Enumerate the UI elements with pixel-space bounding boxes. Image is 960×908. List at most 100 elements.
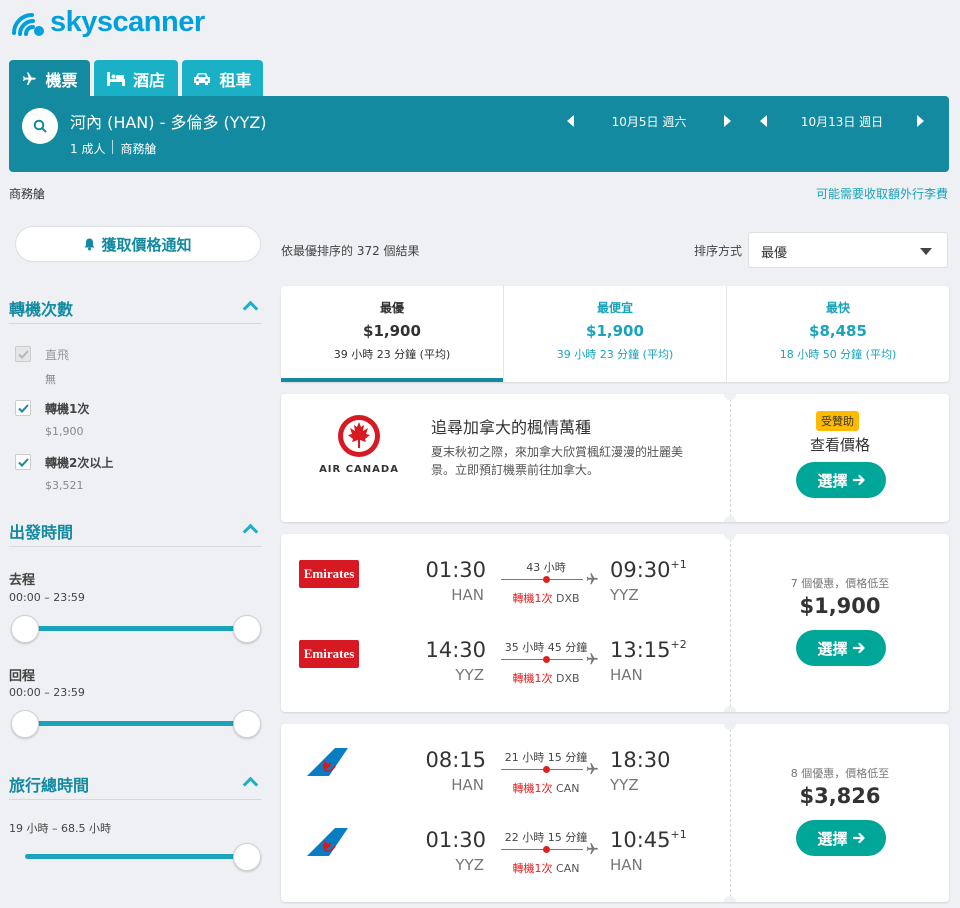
active-tab-indicator xyxy=(281,378,503,382)
checkbox-direct[interactable] xyxy=(15,346,31,362)
return-date[interactable]: 10月13日 週日 xyxy=(767,113,917,130)
stops-option-two-plus[interactable]: 轉機2次以上 $3,521 xyxy=(15,454,113,492)
arrival-airport: HAN xyxy=(610,666,643,684)
next-depart-date-button[interactable] xyxy=(724,115,731,127)
chevron-up-icon[interactable] xyxy=(242,776,259,793)
select-button[interactable]: 選擇 xyxy=(796,630,886,666)
stops-filter-header[interactable]: 轉機次數 xyxy=(9,296,262,324)
stop-dot xyxy=(543,656,550,663)
tab-label: 租車 xyxy=(219,70,252,90)
checkbox-one-stop[interactable] xyxy=(15,400,31,416)
plane-icon xyxy=(586,843,598,855)
airline-logo-emirates: Emirates xyxy=(299,560,359,588)
chevron-up-icon[interactable] xyxy=(242,300,259,317)
journey-duration-filter-header[interactable]: 旅行總時間 xyxy=(9,772,262,800)
flight-result-card[interactable]: Emirates 01:30 HAN 43 小時 轉機1次 DXB 09:30+… xyxy=(281,534,949,712)
select-button[interactable]: 選擇 xyxy=(796,820,886,856)
stops-option-direct[interactable]: 直飛 無 xyxy=(15,346,69,387)
stops-option-label: 轉機1次 xyxy=(45,402,90,416)
prev-return-date-button[interactable] xyxy=(760,115,767,127)
tab-car-hire[interactable]: 租車 xyxy=(182,60,263,97)
prev-depart-date-button[interactable] xyxy=(567,115,574,127)
brand-name: skyscanner xyxy=(50,6,205,38)
return-slider-track[interactable] xyxy=(25,721,247,726)
departure-time: 01:30 xyxy=(425,558,486,582)
summary-tab-cheapest[interactable]: 最便宜 $1,900 39 小時 23 分鐘 (平均) xyxy=(503,286,726,382)
search-button[interactable] xyxy=(22,108,58,144)
summary-price: $1,900 xyxy=(363,322,421,340)
checkmark-icon xyxy=(17,403,29,413)
return-min-handle[interactable] xyxy=(11,710,39,738)
plane-icon xyxy=(586,653,598,665)
sort-value: 最優 xyxy=(761,246,788,261)
arrival-airport: YYZ xyxy=(610,776,639,794)
return-max-handle[interactable] xyxy=(233,710,261,738)
duration-slider-track[interactable] xyxy=(25,854,247,859)
stop-dot xyxy=(543,576,550,583)
arrival-time: 10:45+1 xyxy=(610,828,687,852)
summary-title: 最便宜 xyxy=(596,301,633,315)
flight-result-card[interactable]: 08:15 HAN 21 小時 15 分鐘 轉機1次 CAN 18:30 YYZ… xyxy=(281,724,949,902)
summary-duration: 39 小時 23 分鐘 (平均) xyxy=(333,348,451,361)
select-button[interactable]: 選擇 xyxy=(796,462,886,498)
arrival-time: 09:30+1 xyxy=(610,558,687,582)
sort-label: 排序方式 xyxy=(694,244,743,258)
outbound-time-range: 00:00 – 23:59 xyxy=(9,591,85,604)
outbound-slider-track[interactable] xyxy=(25,626,247,631)
view-price-text: 查看價格 xyxy=(809,436,870,454)
route-text[interactable]: 河內 (HAN) - 多倫多 (YYZ) xyxy=(70,109,267,133)
airline-name: Emirates xyxy=(299,640,359,668)
outbound-min-handle[interactable] xyxy=(11,615,39,643)
duration: 22 小時 15 分鐘 xyxy=(504,831,588,844)
outbound-max-handle[interactable] xyxy=(233,615,261,643)
outbound-leg: 08:15 HAN 21 小時 15 分鐘 轉機1次 CAN 18:30 YYZ xyxy=(281,740,730,800)
summary-duration: 39 小時 23 分鐘 (平均) xyxy=(556,348,674,361)
checkbox-two-plus-stops[interactable] xyxy=(15,454,31,470)
arrival-time-value: 09:30 xyxy=(610,558,671,582)
arrow-right-icon xyxy=(852,832,865,844)
arrival-airport: HAN xyxy=(610,856,643,874)
tab-label: 機票 xyxy=(45,70,78,90)
tab-flights[interactable]: 機票 xyxy=(9,60,90,97)
arrival-time-value: 18:30 xyxy=(610,748,671,772)
plane-icon xyxy=(586,573,598,585)
cabin-class: 商務艙 xyxy=(120,142,157,156)
duration: 35 小時 45 分鐘 xyxy=(504,641,588,654)
route-line xyxy=(501,769,583,770)
journey-duration-title: 旅行總時間 xyxy=(9,776,90,795)
tab-hotels[interactable]: 酒店 xyxy=(94,60,178,97)
departure-times-title: 出發時間 xyxy=(9,523,74,542)
stops-info: 轉機1次 DXB xyxy=(501,590,591,606)
sort-dropdown[interactable]: 最優 xyxy=(748,232,948,268)
summary-tab-fastest[interactable]: 最快 $8,485 18 小時 50 分鐘 (平均) xyxy=(726,286,949,382)
stop-count: 轉機1次 xyxy=(512,782,553,795)
summary-price: $1,900 xyxy=(586,322,644,340)
duration: 21 小時 15 分鐘 xyxy=(504,751,588,764)
departure-times-filter-header[interactable]: 出發時間 xyxy=(9,519,262,547)
skyscanner-logo[interactable]: skyscanner xyxy=(8,6,205,39)
china-southern-tail-icon xyxy=(307,828,348,856)
passenger-count: 1 成人 xyxy=(70,142,106,156)
chevron-up-icon[interactable] xyxy=(242,523,259,540)
baggage-fees-link[interactable]: 可能需要收取額外行李費 xyxy=(816,185,948,202)
next-return-date-button[interactable] xyxy=(917,115,924,127)
summary-tab-best[interactable]: 最優 $1,900 39 小時 23 分鐘 (平均) xyxy=(281,286,503,382)
duration-max-handle[interactable] xyxy=(233,843,261,871)
stop-dot xyxy=(543,766,550,773)
stop-airport: DXB xyxy=(555,672,580,685)
car-icon xyxy=(194,72,211,85)
outbound-leg: Emirates 01:30 HAN 43 小時 轉機1次 DXB 09:30+… xyxy=(281,550,730,610)
day-offset: +1 xyxy=(670,558,687,571)
depart-date-control: 10月5日 週六 xyxy=(567,111,731,131)
sponsored-ad-card[interactable]: AIR CANADA 追尋加拿大的楓情萬種 夏末秋初之際，來加拿大欣賞楓紅漫漫的… xyxy=(281,394,949,522)
deals-count: 8 個優惠，價格低至 xyxy=(790,767,890,780)
search-summary-bar[interactable]: 河內 (HAN) - 多倫多 (YYZ) 1 成人 商務艙 10月5日 週六 1… xyxy=(9,96,949,172)
return-label: 回程 xyxy=(9,669,36,684)
price-alert-button[interactable]: 獲取價格通知 xyxy=(15,226,261,262)
route-line xyxy=(501,659,583,660)
summary-title: 最快 xyxy=(825,301,850,315)
passenger-cabin-info[interactable]: 1 成人 商務艙 xyxy=(70,140,156,157)
depart-date[interactable]: 10月5日 週六 xyxy=(574,113,724,130)
stops-option-label: 轉機2次以上 xyxy=(45,456,114,470)
stops-option-one[interactable]: 轉機1次 $1,900 xyxy=(15,400,89,438)
